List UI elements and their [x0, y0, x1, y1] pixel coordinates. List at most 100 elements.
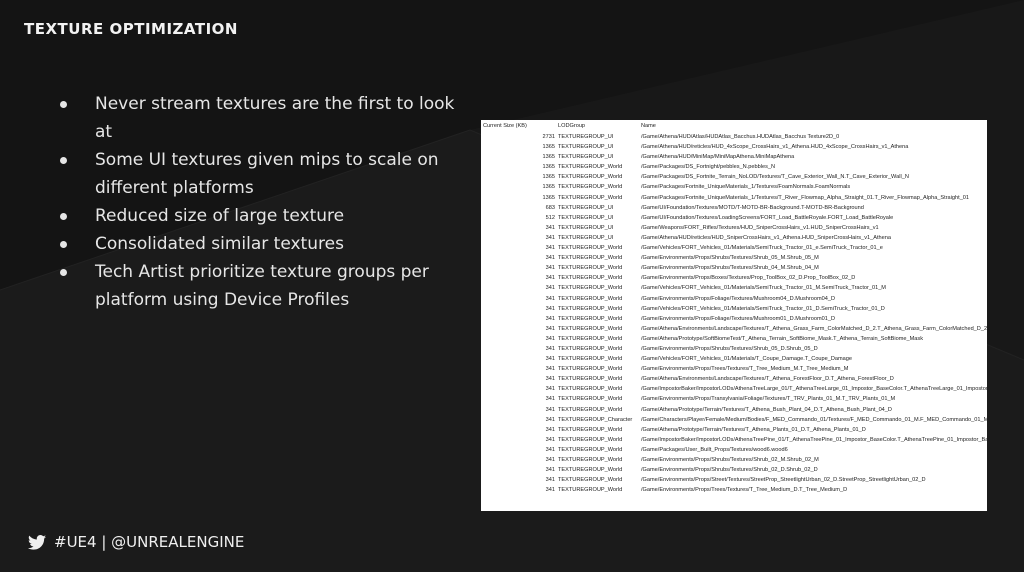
- texture-table: Current Size (KB) LODGroup Name 2731 TEXT…: [481, 120, 987, 495]
- header-lodgroup: LODGroup: [558, 123, 586, 129]
- cell-current-size: 341: [545, 426, 555, 433]
- cell-lodgroup: TEXTUREGROUP_UI: [558, 154, 614, 161]
- cell-name: /Game/Packages/DS_Fortnite_Terrain_NoLOD…: [641, 174, 909, 181]
- cell-current-size: 1365: [542, 194, 555, 201]
- cell-name: /Game/Environments/Props/Shrubs/Textures…: [641, 457, 819, 463]
- cell-name: /Game/Athena/HUD/MiniMap/MiniMapAthena.M…: [641, 154, 795, 161]
- table-header-row: Current Size (KB) LODGroup Name: [481, 120, 987, 132]
- cell-current-size: 341: [545, 386, 555, 393]
- cell-name: /Game/Environments/Props/Shrubs/Textures…: [641, 265, 819, 272]
- cell-lodgroup: TEXTUREGROUP_World: [558, 376, 623, 383]
- cell-name: /Game/Athena/HUD/Atlas/HUDAtlas_Bacchus.…: [641, 134, 840, 140]
- cell-name: /Game/Athena/Prototype/Terrain/Textures/…: [641, 406, 892, 413]
- cell-lodgroup: TEXTUREGROUP_World: [558, 345, 623, 352]
- cell-lodgroup: TEXTUREGROUP_World: [558, 255, 623, 262]
- cell-current-size: 341: [545, 335, 555, 342]
- table-row: 341 TEXTUREGROUP_World/Game/Environments/…: [481, 314, 987, 324]
- cell-current-size: 1365: [542, 144, 555, 151]
- cell-name: /Game/UI/Foundation/Textures/LoadingScre…: [641, 214, 894, 221]
- cell-name: /Game/Athena/Prototype/SoftBiomeTest/T_A…: [641, 335, 924, 342]
- cell-name: /Game/Environments/Props/Boxes/Textures/…: [641, 275, 856, 282]
- cell-lodgroup: TEXTUREGROUP_World: [558, 366, 623, 373]
- table-row: 341 TEXTUREGROUP_World/Game/Environments/…: [481, 294, 987, 304]
- cell-name: /Game/Environments/Props/Trees/Textures/…: [641, 487, 848, 494]
- cell-current-size: 341: [545, 396, 555, 403]
- table-row: 341 TEXTUREGROUP_World/Game/Environments/…: [481, 465, 987, 475]
- cell-current-size: 341: [545, 345, 555, 352]
- cell-name: /Game/ImpostorBaker/ImpostorLODs/AthenaT…: [641, 436, 987, 443]
- cell-lodgroup: TEXTUREGROUP_World: [558, 477, 623, 484]
- table-row: 341 TEXTUREGROUP_World/Game/Environments/…: [481, 475, 987, 485]
- cell-lodgroup: TEXTUREGROUP_World: [558, 245, 623, 252]
- cell-name: /Game/Environments/Props/Transylvania/Fo…: [641, 396, 896, 403]
- table-row: 341 TEXTUREGROUP_World/Game/Environments/…: [481, 273, 987, 283]
- table-row: 341 TEXTUREGROUP_World/Game/Vehicles/FORT…: [481, 243, 987, 253]
- cell-current-size: 1365: [542, 154, 555, 161]
- cell-name: /Game/Vehicles/FORT_Vehicles_01/Material…: [641, 285, 886, 292]
- cell-current-size: 1365: [542, 174, 555, 181]
- bullet-item: Consolidated similar textures: [58, 230, 468, 258]
- cell-current-size: 341: [545, 477, 555, 484]
- cell-current-size: 341: [545, 275, 555, 282]
- cell-lodgroup: TEXTUREGROUP_World: [558, 194, 623, 201]
- cell-name: /Game/Packages/Fortnite_UniqueMaterials_…: [641, 184, 851, 191]
- cell-current-size: 341: [545, 325, 555, 332]
- cell-lodgroup: TEXTUREGROUP_UI: [558, 234, 614, 241]
- cell-current-size: 341: [545, 255, 555, 262]
- table-row: 341 TEXTUREGROUP_World/Game/Environments/…: [481, 455, 987, 465]
- cell-lodgroup: TEXTUREGROUP_World: [558, 487, 623, 494]
- cell-name: /Game/ImpostorBaker/ImpostorLODs/AthenaT…: [641, 386, 987, 393]
- table-row: 341 TEXTUREGROUP_World/Game/Vehicles/FORT…: [481, 354, 987, 364]
- table-row: 341 TEXTUREGROUP_World/Game/Environments/…: [481, 344, 987, 354]
- cell-current-size: 1365: [542, 184, 555, 191]
- table-row: 341 TEXTUREGROUP_World/Game/Athena/Enviro…: [481, 374, 987, 384]
- table-row: 341 TEXTUREGROUP_World/Game/ImpostorBaker…: [481, 384, 987, 394]
- table-row: 2731 TEXTUREGROUP_UI/Game/Athena/HUD/Atla…: [481, 132, 987, 142]
- cell-current-size: 341: [545, 224, 555, 231]
- table-row: 1365 TEXTUREGROUP_UI/Game/Athena/HUD/Mini…: [481, 152, 987, 162]
- footer: #UE4 | @UNREALENGINE: [28, 533, 244, 551]
- cell-lodgroup: TEXTUREGROUP_World: [558, 295, 623, 302]
- table-row: 341 TEXTUREGROUP_World/Game/Environments/…: [481, 364, 987, 374]
- cell-name: /Game/Characters/Player/Female/Medium/Bo…: [641, 416, 987, 423]
- cell-current-size: 341: [545, 457, 555, 463]
- cell-lodgroup: TEXTUREGROUP_World: [558, 436, 623, 443]
- slide-title: TEXTURE OPTIMIZATION: [24, 20, 238, 38]
- cell-lodgroup: TEXTUREGROUP_UI: [558, 214, 614, 221]
- table-row: 341 TEXTUREGROUP_World/Game/Environments/…: [481, 394, 987, 404]
- cell-current-size: 341: [545, 467, 555, 474]
- table-row: 1365 TEXTUREGROUP_World/Game/Packages/DS_…: [481, 172, 987, 182]
- cell-lodgroup: TEXTUREGROUP_World: [558, 426, 623, 433]
- cell-name: /Game/Athena/Environments/Landscape/Text…: [641, 376, 894, 383]
- cell-current-size: 341: [545, 234, 555, 241]
- cell-name: /Game/Environments/Props/Shrubs/Textures…: [641, 255, 819, 262]
- cell-name: /Game/Environments/Props/Street/Textures…: [641, 477, 926, 484]
- bullet-list: Never stream textures are the first to l…: [58, 90, 468, 314]
- table-row: 1365 TEXTUREGROUP_World/Game/Packages/DS_…: [481, 162, 987, 172]
- cell-lodgroup: TEXTUREGROUP_UI: [558, 134, 614, 140]
- table-row: 341 TEXTUREGROUP_World/Game/Packages/User…: [481, 445, 987, 455]
- table-row: 341 TEXTUREGROUP_World/Game/Vehicles/FORT…: [481, 304, 987, 314]
- table-row: 341 TEXTUREGROUP_Character/Game/Character…: [481, 415, 987, 425]
- bullet-item: Never stream textures are the first to l…: [58, 90, 468, 146]
- cell-current-size: 512: [545, 214, 555, 221]
- table-row: 341 TEXTUREGROUP_World/Game/Environments/…: [481, 485, 987, 495]
- table-row: 341 TEXTUREGROUP_World/Game/Vehicles/FORT…: [481, 283, 987, 293]
- cell-lodgroup: TEXTUREGROUP_UI: [558, 224, 614, 231]
- cell-current-size: 341: [545, 265, 555, 272]
- cell-current-size: 1365: [542, 164, 555, 171]
- cell-name: /Game/Vehicles/FORT_Vehicles_01/Material…: [641, 245, 883, 252]
- cell-lodgroup: TEXTUREGROUP_World: [558, 356, 623, 363]
- cell-lodgroup: TEXTUREGROUP_UI: [558, 144, 614, 151]
- table-row: 341 TEXTUREGROUP_UI/Game/Weapons/FORT_Rif…: [481, 223, 987, 233]
- cell-lodgroup: TEXTUREGROUP_World: [558, 285, 623, 292]
- cell-current-size: 341: [545, 305, 555, 312]
- cell-current-size: 341: [545, 295, 555, 302]
- header-current-size: Current Size (KB): [483, 123, 527, 129]
- cell-name: /Game/Athena/HUD/reticles/HUD_SniperCros…: [641, 234, 891, 241]
- cell-current-size: 341: [545, 406, 555, 413]
- table-row: 341 TEXTUREGROUP_World/Game/Environments/…: [481, 263, 987, 273]
- table-row: 1365 TEXTUREGROUP_World/Game/Packages/For…: [481, 193, 987, 203]
- cell-lodgroup: TEXTUREGROUP_World: [558, 386, 623, 393]
- table-row: 1365 TEXTUREGROUP_World/Game/Packages/For…: [481, 182, 987, 192]
